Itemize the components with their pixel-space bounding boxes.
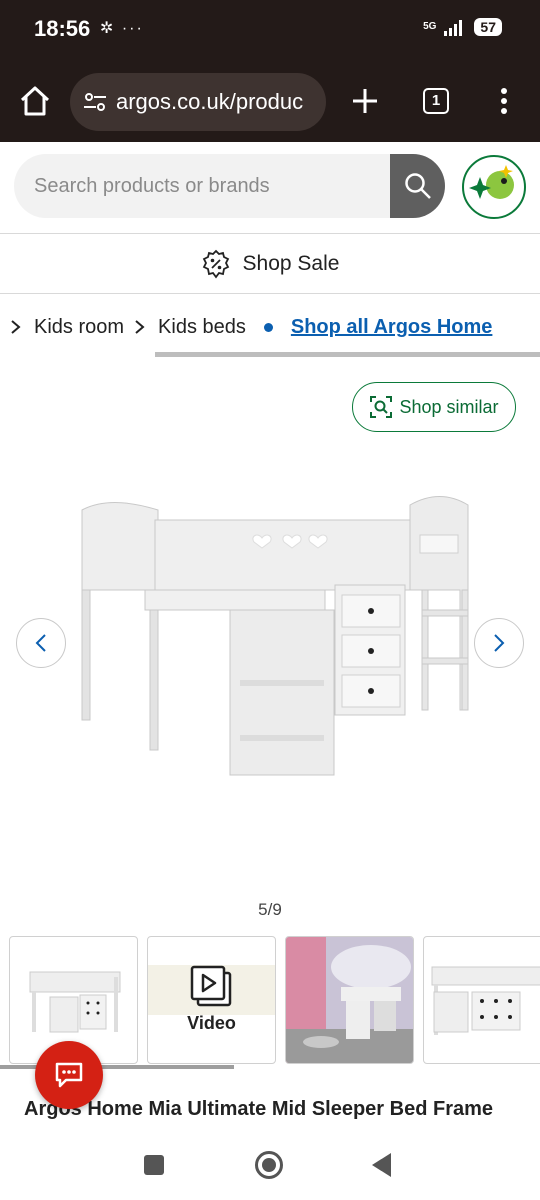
image-counter: 5/9 [258,900,282,919]
home-button-icon[interactable] [255,1151,283,1179]
notification-icons: ✲ ··· [100,20,144,37]
previous-image-button[interactable] [16,618,66,668]
site-settings-icon[interactable] [82,89,108,115]
network-label: 5G [423,21,437,32]
chevron-right-icon [135,320,145,334]
thumbnail-4[interactable] [423,936,540,1064]
breadcrumb-kids-room[interactable]: Kids room [0,316,124,339]
chat-icon [55,1062,83,1088]
search-button[interactable] [390,154,445,218]
breadcrumb-scrollbar [155,352,540,357]
search-row [0,142,540,234]
breadcrumb-label: Kids room [34,315,125,338]
video-play-icon [148,965,275,1015]
thumbnail-3[interactable] [285,936,414,1064]
search-input[interactable] [14,154,392,218]
chevron-right-icon [494,634,505,652]
thumbnail-video[interactable]: Video [147,936,276,1064]
battery-indicator: 57 [474,18,502,36]
bullet-dot [263,322,273,332]
more-menu-icon[interactable] [494,86,514,116]
back-icon[interactable] [372,1153,391,1177]
shop-all-argos-home-link[interactable]: Shop all Argos Home [291,316,493,339]
breadcrumb-label: Kids beds [158,315,246,338]
chat-button[interactable] [35,1041,103,1109]
new-tab-icon[interactable] [350,86,380,116]
search-icon [404,173,431,199]
url-text: argos.co.uk/produc [116,89,304,114]
video-label: Video [187,1013,236,1033]
status-right: 5G 57 [423,18,502,36]
account-avatar[interactable] [462,155,526,219]
chevron-left-icon [35,634,46,652]
status-bar: 18:56 ✲ ··· 5G 57 [0,0,540,60]
address-bar[interactable]: argos.co.uk/produc [70,73,326,131]
thumbnail-bed-image [431,966,540,1035]
shop-similar-label: Shop similar [399,396,499,417]
product-title: Argos Home Mia Ultimate Mid Sleeper Bed … [24,1098,494,1120]
breadcrumb-kids-beds[interactable]: Kids beds [124,316,246,339]
breadcrumb: Kids room Kids beds Shop all Argos Home [0,298,540,356]
home-icon[interactable] [18,84,52,118]
next-image-button[interactable] [474,618,524,668]
signal-icon [444,20,463,36]
shop-sale-label: Shop Sale [242,251,340,275]
visual-search-icon [370,396,393,418]
shop-sale-link[interactable]: Shop Sale [0,234,540,294]
chevron-right-icon [11,320,21,334]
thumbnail-room-image [286,937,413,1063]
product-image[interactable] [70,480,480,790]
recent-apps-icon[interactable] [144,1155,164,1175]
sparkle-avatar-icon [469,165,514,199]
system-nav-bar [0,1128,540,1200]
sale-badge-icon [202,249,229,278]
status-time: 18:56 [34,16,91,41]
tab-switcher-button[interactable]: 1 [423,88,449,114]
shop-similar-button[interactable]: Shop similar [352,382,516,432]
browser-toolbar: argos.co.uk/produc 1 [0,60,540,142]
